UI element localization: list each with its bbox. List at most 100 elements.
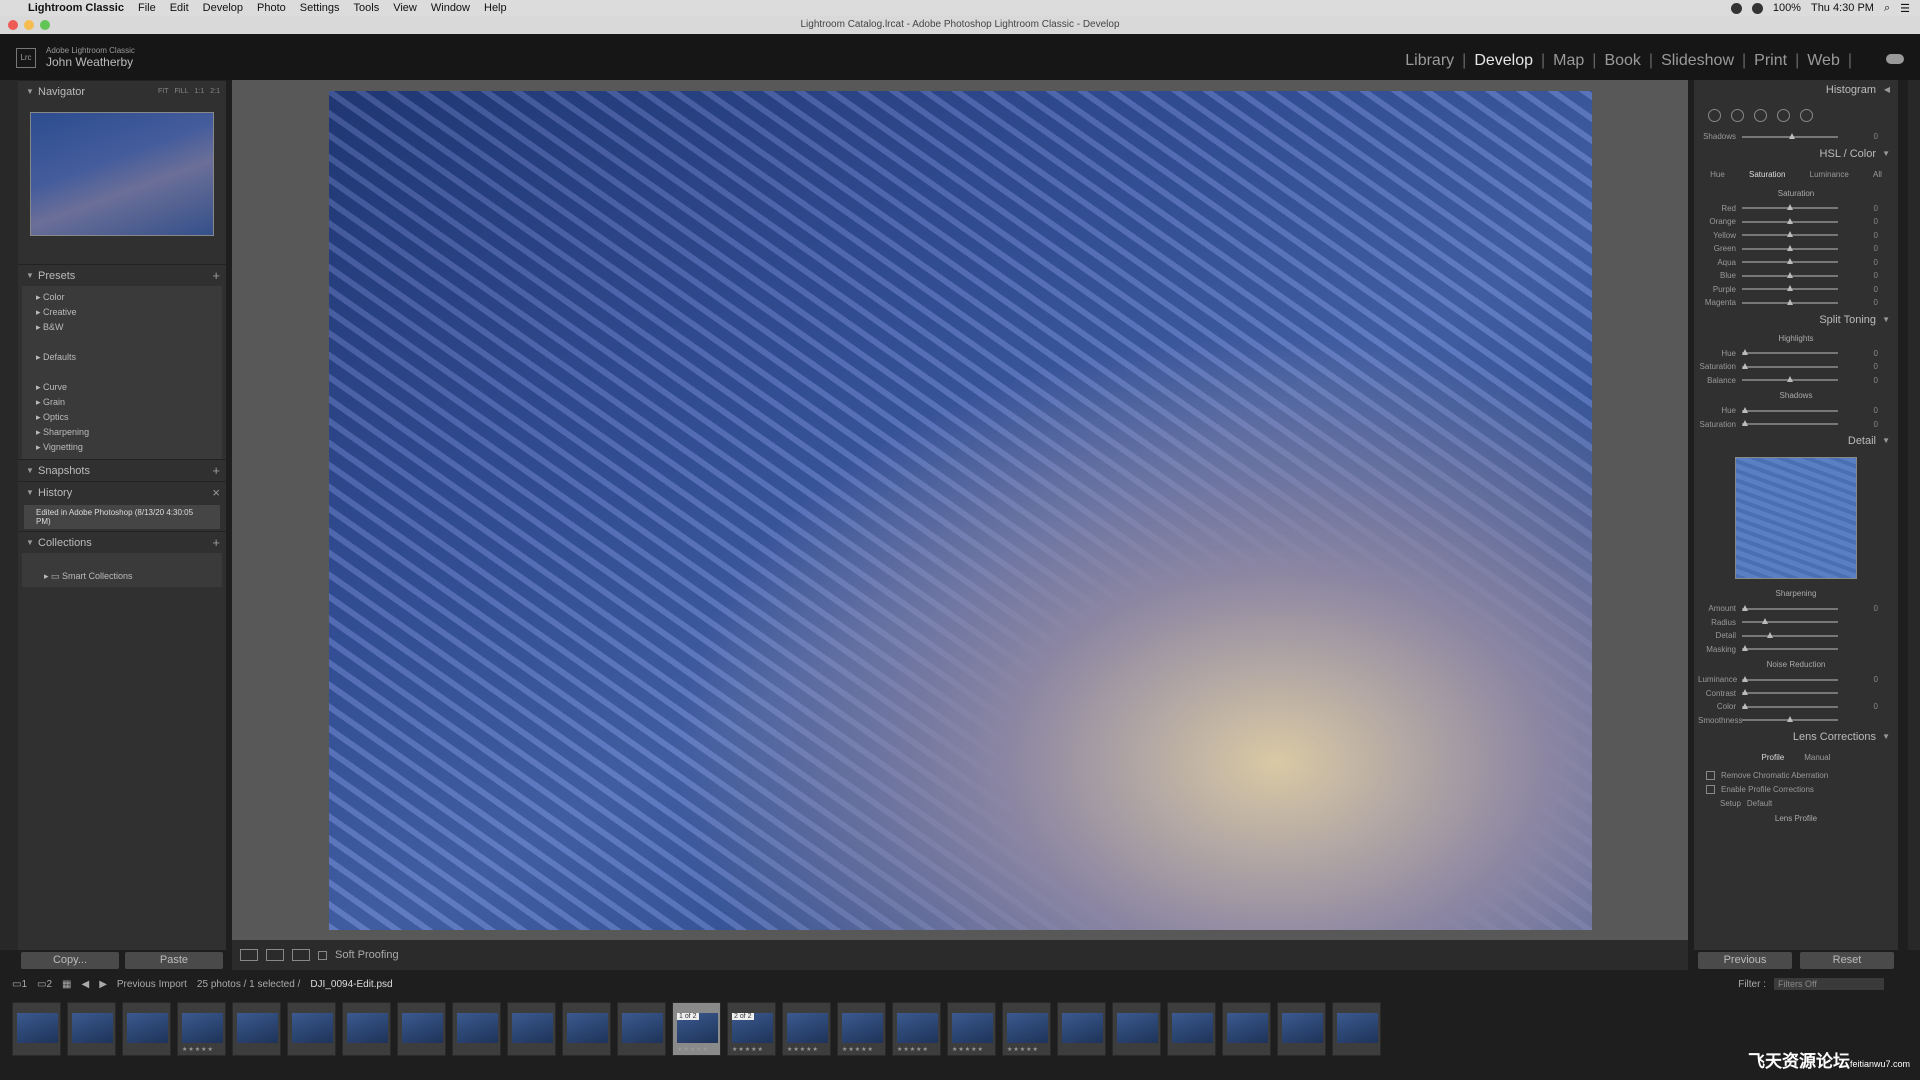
tab-manual[interactable]: Manual [1804,753,1830,762]
navigator-header[interactable]: ▼ Navigator FIT FILL 1:1 2:1 [18,80,226,102]
snapshots-header[interactable]: ▼ Snapshots + [18,459,226,481]
hsl-slider-purple[interactable]: Purple 0 [1694,283,1898,297]
paste-button[interactable]: Paste [125,951,223,969]
radial-filter-icon[interactable] [1800,108,1813,122]
shadows-slider[interactable]: Shadows 0 [1694,130,1898,144]
graduated-filter-icon[interactable] [1777,108,1790,122]
filmstrip-thumb[interactable]: ★★★★★ [177,1002,226,1056]
history-entry[interactable]: Edited in Adobe Photoshop (8/13/20 4:30:… [24,505,220,529]
module-map[interactable]: Map [1553,52,1584,70]
menu-view[interactable]: View [393,2,417,14]
split-toning-header[interactable]: Split Toning ▼ [1694,310,1898,330]
red-eye-icon[interactable] [1754,108,1767,122]
radius-slider[interactable]: Radius [1694,616,1898,630]
menu-tools[interactable]: Tools [354,2,380,14]
menu-photo[interactable]: Photo [257,2,286,14]
filter-dropdown[interactable]: Filters Off [1774,978,1884,990]
smoothness-slider[interactable]: Smoothness [1694,714,1898,728]
preset-group[interactable]: ▸ Sharpening [22,425,222,440]
before-after-icon[interactable] [266,949,284,961]
highlights-saturation-slider[interactable]: Saturation 0 [1694,360,1898,374]
filmstrip-thumb-selected[interactable]: 1 of 2 ★★★★★ [672,1002,721,1056]
smart-collections-item[interactable]: ▸ ▭ Smart Collections [22,553,222,587]
reset-button[interactable]: Reset [1800,951,1894,969]
minimize-button[interactable] [24,20,34,30]
filmstrip-thumb[interactable] [562,1002,611,1056]
add-snapshot-icon[interactable]: + [212,460,220,482]
main-photo[interactable] [329,91,1592,930]
preset-group[interactable]: ▸ Color [22,290,222,305]
spot-removal-icon[interactable] [1731,108,1744,122]
preset-group[interactable]: ▸ Defaults [22,350,222,365]
tab-luminance[interactable]: Luminance [1810,170,1849,179]
preset-group[interactable]: ▸ Vignetting [22,440,222,455]
presets-header[interactable]: ▼ Presets + [18,264,226,286]
amount-slider[interactable]: Amount 0 [1694,602,1898,616]
history-header[interactable]: ▼ History × [18,481,226,503]
menu-app[interactable]: Lightroom Classic [28,2,124,14]
filmstrip-thumb[interactable] [287,1002,336,1056]
crop-icon[interactable] [1708,108,1721,122]
filmstrip-thumb[interactable]: ★★★★★ [892,1002,941,1056]
image-canvas[interactable] [232,80,1688,940]
navigator-preview[interactable] [30,112,214,236]
filmstrip-thumb[interactable]: ★★★★★ [947,1002,996,1056]
tab-saturation[interactable]: Saturation [1749,170,1785,179]
remove-chromatic-aberration[interactable]: Remove Chromatic Aberration [1694,768,1898,782]
highlights-hue-slider[interactable]: Hue 0 [1694,347,1898,361]
tab-hue[interactable]: Hue [1710,170,1725,179]
hsl-slider-orange[interactable]: Orange 0 [1694,215,1898,229]
menu-edit[interactable]: Edit [170,2,189,14]
hsl-slider-magenta[interactable]: Magenta 0 [1694,296,1898,310]
tab-profile[interactable]: Profile [1762,753,1785,762]
previous-button[interactable]: Previous [1698,951,1792,969]
filmstrip-thumb[interactable] [67,1002,116,1056]
lens-corrections-header[interactable]: Lens Corrections ▼ [1694,727,1898,747]
masking-slider[interactable]: Masking [1694,643,1898,657]
module-book[interactable]: Book [1604,52,1640,70]
filmstrip-thumb[interactable] [342,1002,391,1056]
copy-button[interactable]: Copy... [21,951,119,969]
hsl-slider-green[interactable]: Green 0 [1694,242,1898,256]
zoom-fit[interactable]: FIT [158,81,169,103]
filmstrip-thumb[interactable] [1112,1002,1161,1056]
filmstrip-thumb[interactable] [232,1002,281,1056]
histogram-header[interactable]: Histogram ◀ [1694,80,1898,100]
back-arrow-icon[interactable]: ◀ [81,979,89,990]
clock[interactable]: Thu 4:30 PM [1811,2,1874,14]
zoom-1-1[interactable]: 1:1 [195,81,205,103]
filmstrip-thumb[interactable]: ★★★★★ [782,1002,831,1056]
zoom-button[interactable] [40,20,50,30]
enable-profile-corrections[interactable]: Enable Profile Corrections [1694,782,1898,796]
monitor-2-icon[interactable]: ▭2 [37,979,52,990]
soft-proofing-checkbox[interactable] [318,950,327,960]
preset-group[interactable]: ▸ Curve [22,380,222,395]
grid-view-icon[interactable]: ▦ [62,979,71,990]
hsl-header[interactable]: HSL / Color ▼ [1694,144,1898,164]
source-label[interactable]: Previous Import [117,979,187,990]
detail-header[interactable]: Detail ▼ [1694,431,1898,451]
zoom-fill[interactable]: FILL [175,81,189,103]
preset-group[interactable]: ▸ B&W [22,320,222,335]
record-icon[interactable] [1730,2,1742,14]
tab-all[interactable]: All [1873,170,1882,179]
monitor-1-icon[interactable]: ▭1 [12,979,27,990]
add-collection-icon[interactable]: + [212,532,220,554]
module-develop[interactable]: Develop [1474,52,1533,70]
filmstrip-thumb[interactable] [1167,1002,1216,1056]
close-button[interactable] [8,20,18,30]
menu-develop[interactable]: Develop [203,2,243,14]
luminance-slider[interactable]: Luminance 0 [1694,673,1898,687]
filmstrip-thumb[interactable]: 2 of 2 ★★★★★ [727,1002,776,1056]
filmstrip-thumb[interactable] [12,1002,61,1056]
menu-file[interactable]: File [138,2,156,14]
cloud-icon[interactable] [1886,54,1904,64]
clear-history-icon[interactable]: × [212,482,220,504]
filmstrip-thumb[interactable] [397,1002,446,1056]
module-print[interactable]: Print [1754,52,1787,70]
forward-arrow-icon[interactable]: ▶ [99,979,107,990]
wifi-icon[interactable] [1751,2,1763,14]
filmstrip-thumb[interactable] [452,1002,501,1056]
shadows-saturation-slider[interactable]: Saturation 0 [1694,418,1898,432]
module-library[interactable]: Library [1405,52,1454,70]
